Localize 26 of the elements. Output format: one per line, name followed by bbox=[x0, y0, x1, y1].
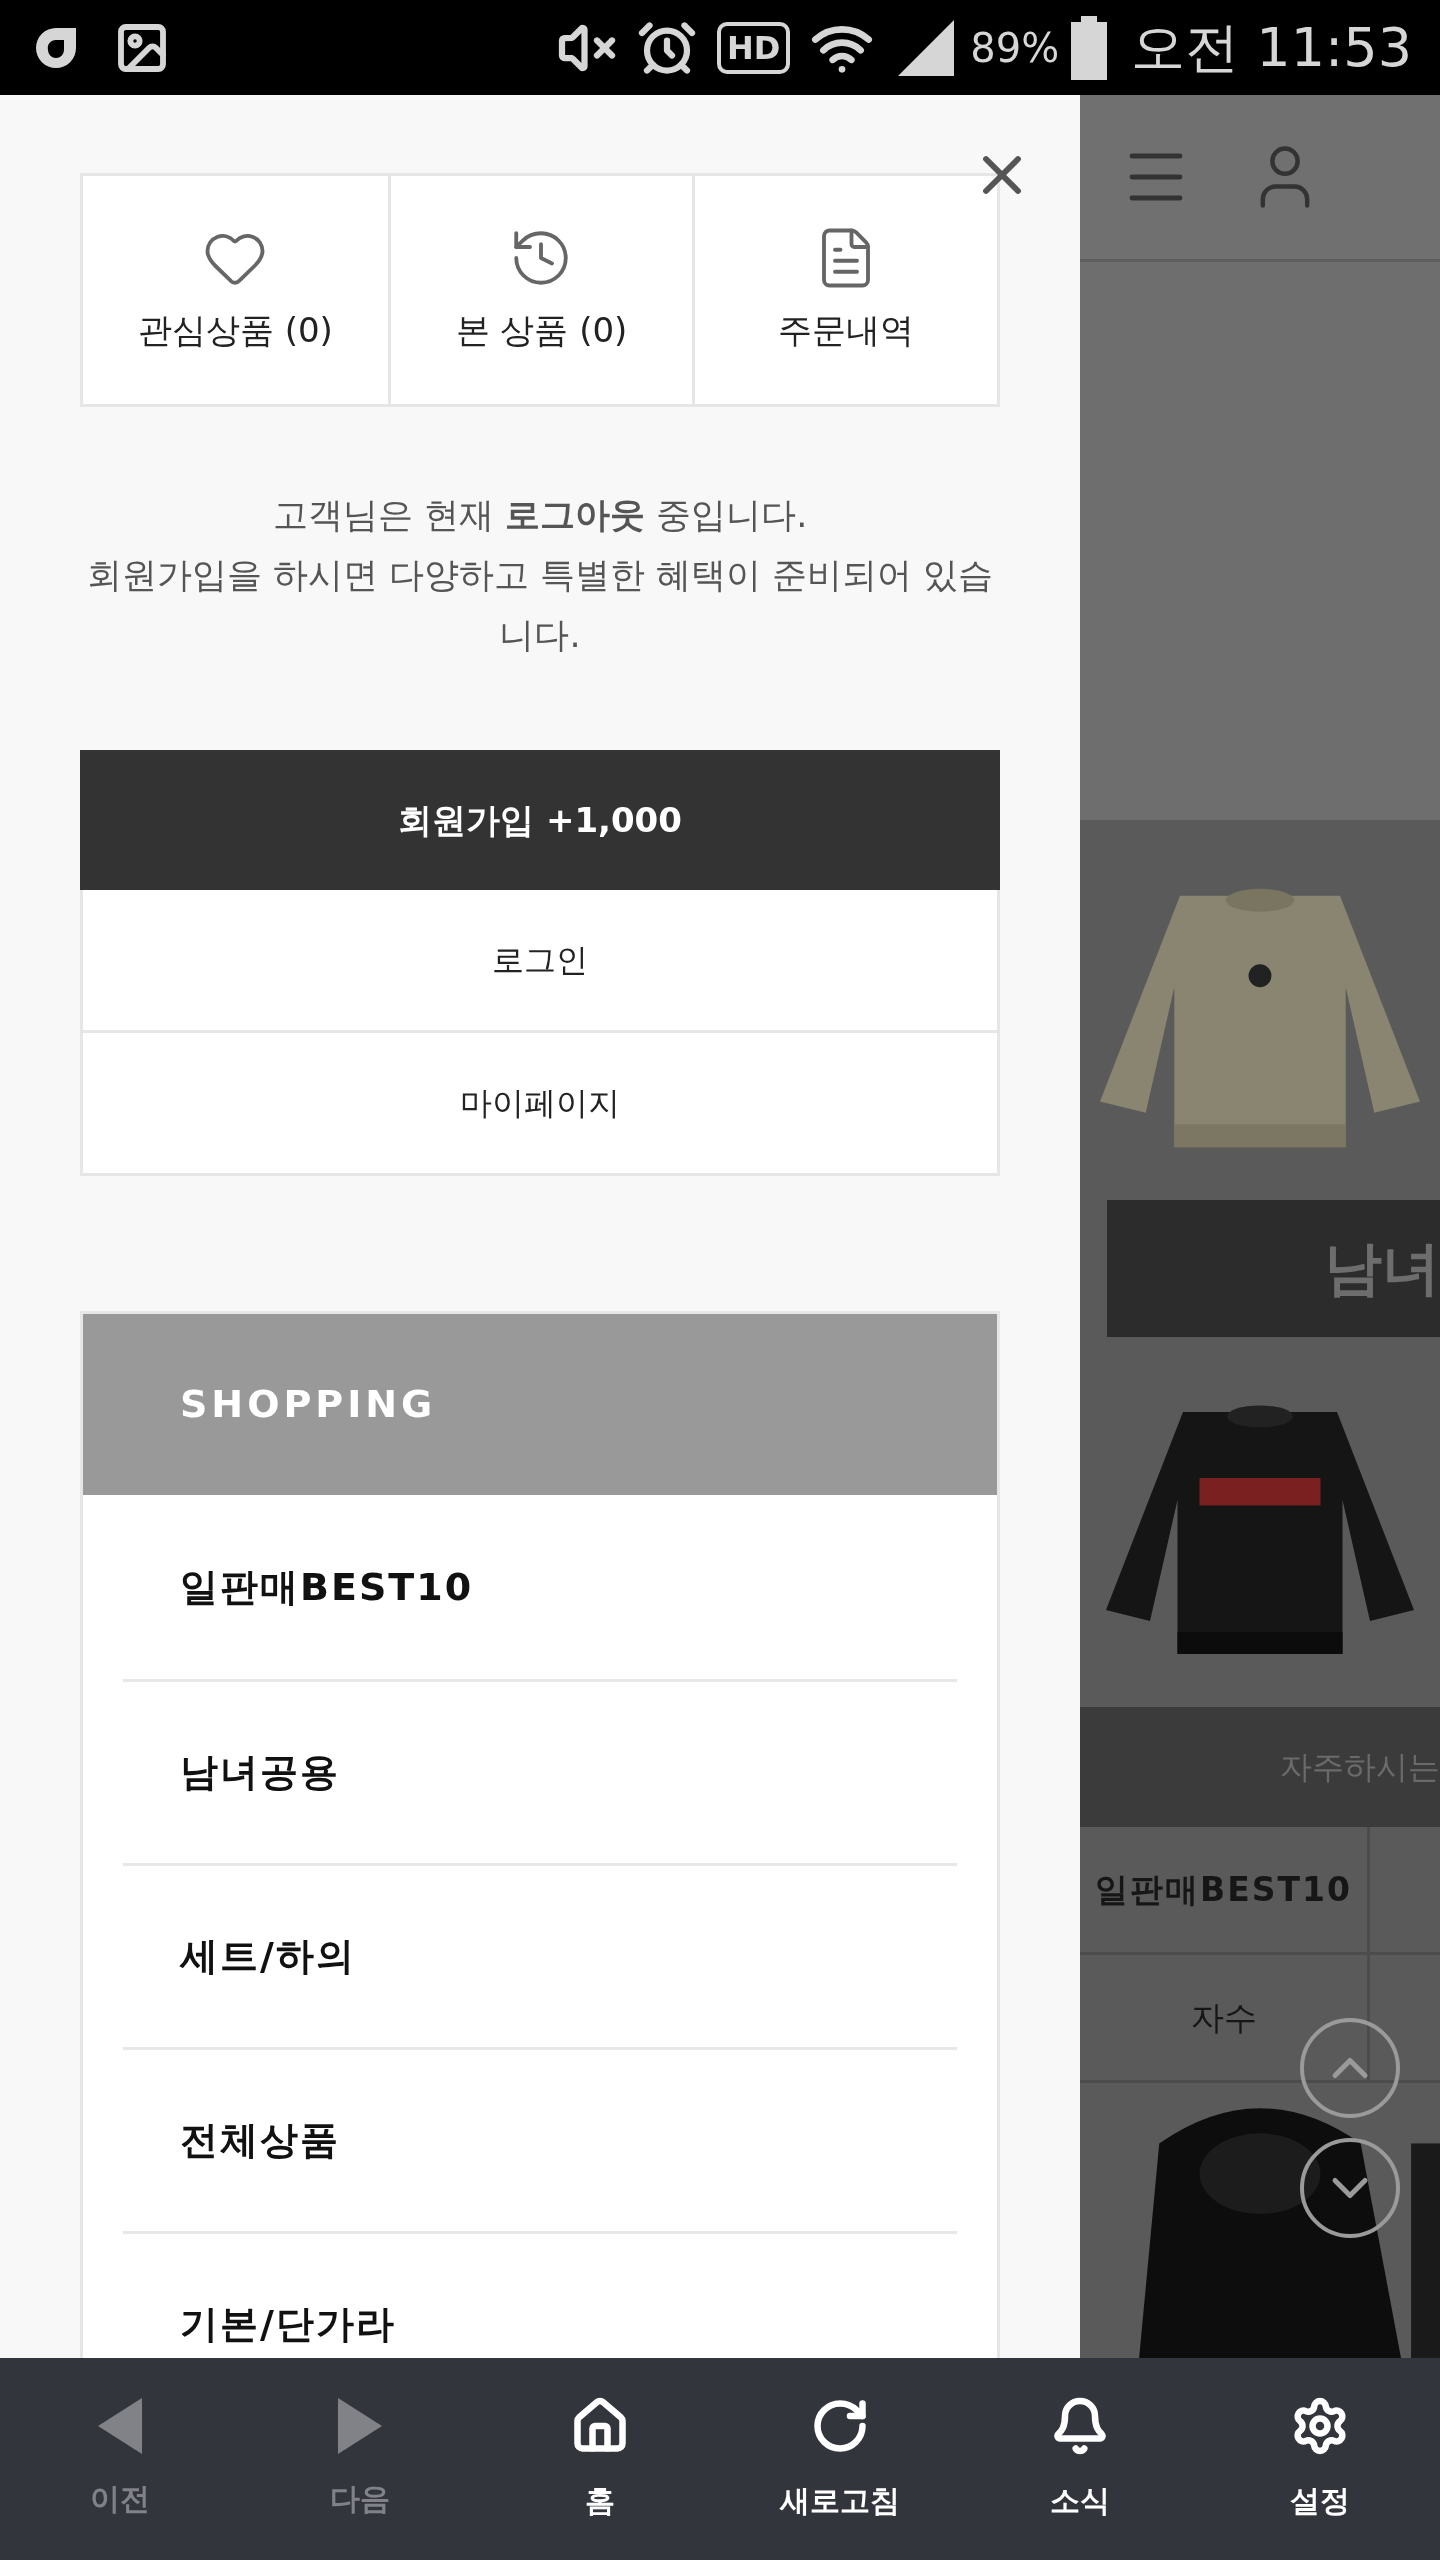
scroll-down-button[interactable] bbox=[1300, 2138, 1400, 2238]
login-status-message: 고객님은 현재 로그아웃 중입니다. 회원가입을 하시면 다양하고 특별한 혜택이 준비되어 있습니다. bbox=[85, 494, 995, 657]
quick-link[interactable]: 본 상품 (0) bbox=[387, 176, 693, 404]
signup-button[interactable]: 회원가입 +1,000 bbox=[80, 750, 1000, 890]
battery-percent: 89% bbox=[970, 23, 1060, 73]
back-arrow-icon bbox=[98, 2397, 142, 2454]
hd-icon: HD bbox=[716, 21, 791, 74]
menu-title: SHOPPING bbox=[180, 1381, 437, 1428]
menu-button[interactable]: 마이페이지 bbox=[80, 1033, 1000, 1176]
scroll-up-button[interactable] bbox=[1300, 2018, 1400, 2118]
clock: 오전 11:53 bbox=[1131, 15, 1412, 81]
menu-item[interactable]: 일판매BEST10 bbox=[180, 1558, 474, 1616]
menu-item[interactable]: 남녀공용 bbox=[180, 1744, 340, 1801]
quick-link[interactable]: 주문내역 bbox=[692, 176, 997, 404]
menu-item[interactable]: 기본/단가라 bbox=[180, 2296, 396, 2353]
forward-arrow-icon bbox=[338, 2397, 382, 2454]
nav-button[interactable]: 홈 bbox=[480, 2358, 720, 2560]
nav-button[interactable]: 소식 bbox=[960, 2358, 1200, 2560]
nav-button[interactable]: 설정 bbox=[1200, 2358, 1440, 2560]
menu-button[interactable]: 로그인 bbox=[80, 890, 1000, 1033]
menu-item[interactable]: 세트/하의 bbox=[180, 1928, 356, 1985]
nav-button[interactable]: 새로고침 bbox=[720, 2358, 960, 2560]
menu-item[interactable]: 전체상품 bbox=[180, 2112, 340, 2169]
banner-text: 남녀 bbox=[1324, 1233, 1440, 1304]
quick-link[interactable]: 관심상품 (0) bbox=[83, 176, 388, 404]
battery-icon bbox=[1071, 15, 1108, 80]
